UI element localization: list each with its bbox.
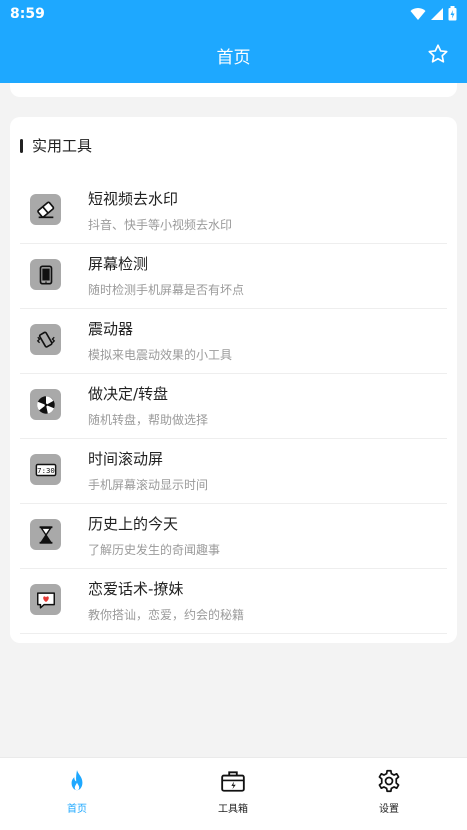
tool-item-time-scroll[interactable]: 7:30 时间滚动屏 手机屏幕滚动显示时间 <box>20 439 447 504</box>
tool-item-watermark[interactable]: 短视频去水印 抖音、快手等小视频去水印 <box>20 179 447 244</box>
tool-subtitle: 教你搭讪，恋爱，约会的秘籍 <box>88 608 245 622</box>
section-marker <box>20 138 23 153</box>
tool-subtitle: 随时检测手机屏幕是否有坏点 <box>88 283 245 297</box>
eraser-icon <box>30 194 61 225</box>
heart-message-icon <box>30 584 61 615</box>
status-time: 8:59 <box>10 5 45 22</box>
flame-icon <box>71 770 83 791</box>
section-header: 实用工具 <box>20 135 92 156</box>
status-icons <box>410 6 457 21</box>
clock-display-icon: 7:30 <box>30 454 61 485</box>
tools-list: 短视频去水印 抖音、快手等小视频去水印 屏幕检测 随时检测手机屏幕是否有坏点 震… <box>20 179 447 634</box>
nav-home[interactable]: 首页 <box>47 768 107 815</box>
page-title: 首页 <box>216 47 251 68</box>
clock-display-text: 7:30 <box>37 466 55 475</box>
tool-title: 屏幕检测 <box>88 255 149 273</box>
section-title: 实用工具 <box>32 137 93 155</box>
nav-label: 设置 <box>379 804 399 815</box>
nav-label: 首页 <box>67 804 87 815</box>
vibrate-icon <box>30 324 61 355</box>
tool-subtitle: 模拟来电震动效果的小工具 <box>88 348 233 362</box>
wheel-icon <box>30 389 61 420</box>
phone-icon <box>30 259 61 290</box>
tool-title: 震动器 <box>88 320 134 338</box>
gear-icon <box>378 769 400 793</box>
tool-item-love-tips[interactable]: 恋爱话术-撩妹 教你搭讪，恋爱，约会的秘籍 <box>20 569 447 634</box>
tool-item-history-today[interactable]: 历史上的今天 了解历史发生的奇闻趣事 <box>20 504 447 569</box>
wifi-icon <box>410 7 426 20</box>
toolbox-icon <box>221 771 245 792</box>
tool-subtitle: 了解历史发生的奇闻趣事 <box>88 543 221 557</box>
tool-item-screen-test[interactable]: 屏幕检测 随时检测手机屏幕是否有坏点 <box>20 244 447 309</box>
nav-label: 工具箱 <box>218 804 248 815</box>
tool-title: 短视频去水印 <box>88 190 179 208</box>
tool-subtitle: 随机转盘，帮助做选择 <box>88 413 209 427</box>
signal-icon <box>431 7 443 20</box>
tool-item-wheel[interactable]: 做决定/转盘 随机转盘，帮助做选择 <box>20 374 447 439</box>
tool-title: 时间滚动屏 <box>88 450 164 468</box>
tools-card: 实用工具 短视频去水印 抖音、快手等小视频去水印 屏幕检测 随时检测手机屏幕是否… <box>10 117 457 643</box>
tool-title: 恋爱话术-撩妹 <box>88 580 184 598</box>
battery-icon <box>448 6 457 21</box>
hourglass-icon <box>30 519 61 550</box>
nav-toolbox[interactable]: 工具箱 <box>203 768 263 815</box>
app-bar: 首页 <box>0 27 467 83</box>
status-bar: 8:59 <box>0 0 467 27</box>
bottom-nav: 首页 工具箱 设置 <box>0 757 467 830</box>
tool-title: 历史上的今天 <box>88 515 179 533</box>
top-card-remnant <box>10 83 457 97</box>
nav-settings[interactable]: 设置 <box>359 768 419 815</box>
tool-subtitle: 手机屏幕滚动显示时间 <box>88 478 209 492</box>
tool-subtitle: 抖音、快手等小视频去水印 <box>88 218 233 232</box>
star-icon[interactable] <box>427 43 449 65</box>
tool-title: 做决定/转盘 <box>88 385 169 403</box>
tool-item-vibrator[interactable]: 震动器 模拟来电震动效果的小工具 <box>20 309 447 374</box>
